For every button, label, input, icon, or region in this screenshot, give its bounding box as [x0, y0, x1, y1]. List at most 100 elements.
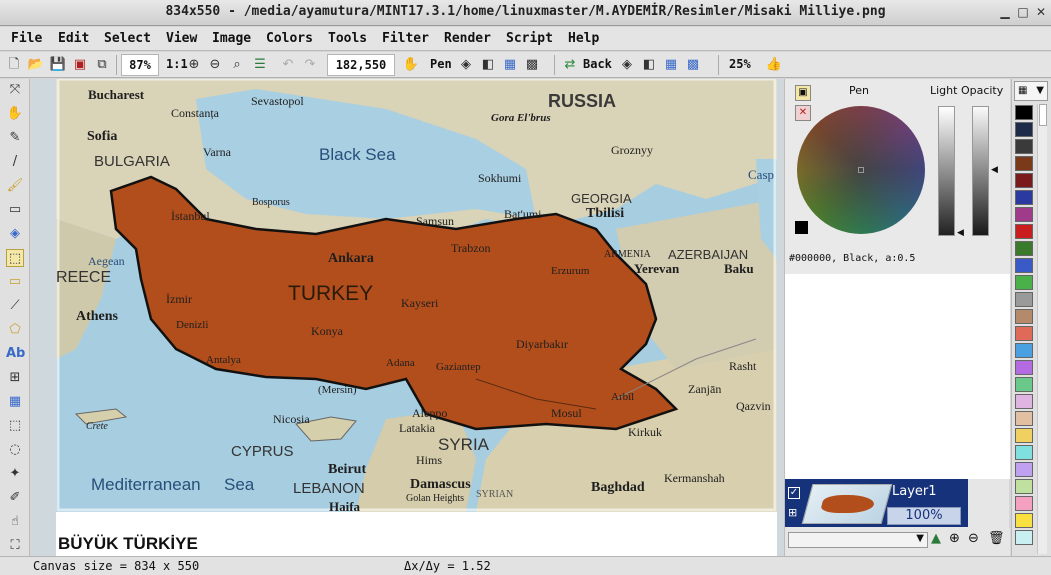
palette-swatch[interactable]: [1015, 343, 1033, 358]
color-mode-alt-icon[interactable]: ✕: [795, 105, 811, 121]
hand-icon[interactable]: ✋: [402, 56, 420, 74]
menu-tools[interactable]: Tools: [328, 31, 367, 46]
palette-swatch[interactable]: [1015, 462, 1033, 477]
pen-pattern-icon[interactable]: ▩: [523, 56, 541, 74]
polyline-tool-icon[interactable]: ⟋: [6, 297, 24, 315]
canvas-area[interactable]: Bucharest Constanța Sevastopol RUSSIA Go…: [31, 79, 783, 556]
close-icon[interactable]: ✕: [1034, 5, 1048, 19]
palette-swatch[interactable]: [1015, 377, 1033, 392]
pen-fill-icon[interactable]: ◈: [457, 56, 475, 74]
new-file-icon[interactable]: 🗋: [5, 56, 23, 74]
palette-swatch[interactable]: [1015, 530, 1033, 545]
palette-swatch[interactable]: [1015, 224, 1033, 239]
menu-image[interactable]: Image: [212, 31, 251, 46]
undo-icon[interactable]: ↶: [279, 56, 297, 74]
layer-visible-checkbox[interactable]: ✓: [788, 487, 800, 499]
palette-selector[interactable]: ▦ ▼: [1014, 81, 1048, 101]
open-folder-icon[interactable]: 📂: [27, 56, 45, 74]
palette-swatch[interactable]: [1015, 428, 1033, 443]
palette-swatch[interactable]: [1015, 445, 1033, 460]
layer-delete-icon[interactable]: 🗑: [988, 531, 1005, 546]
layer-blend-icon[interactable]: ⊞: [788, 507, 800, 519]
back-pattern-icon[interactable]: ▩: [684, 56, 702, 74]
layer-up-icon[interactable]: ▲: [931, 531, 941, 546]
palette-scrollbar[interactable]: [1037, 104, 1047, 554]
opacity-value[interactable]: 25%: [729, 57, 751, 71]
ellipse-select-icon[interactable]: ◌: [6, 441, 24, 459]
select-pen-tool-icon[interactable]: ⬚: [6, 249, 24, 267]
text-tool-icon[interactable]: Ab: [6, 345, 25, 363]
menu-view[interactable]: View: [166, 31, 197, 46]
palette-swatch[interactable]: [1015, 241, 1033, 256]
thumbs-up-icon[interactable]: 👍: [765, 56, 783, 74]
copy-icon[interactable]: ⧉: [93, 56, 111, 74]
blend-mode-select[interactable]: ▼: [788, 532, 928, 548]
layers-icon[interactable]: ☰: [251, 56, 269, 74]
zoom-in-icon[interactable]: ⊕: [185, 56, 203, 74]
deselect-icon[interactable]: ⛶: [6, 537, 24, 555]
save-as-icon[interactable]: ▣: [71, 56, 89, 74]
palette-swatch[interactable]: [1015, 292, 1033, 307]
rect-select-icon[interactable]: ⬚: [6, 417, 24, 435]
palette-swatch[interactable]: [1015, 513, 1033, 528]
color-mode-icon[interactable]: ▣: [795, 85, 811, 101]
back-texture-icon[interactable]: ▦: [662, 56, 680, 74]
fill-tool-icon[interactable]: ◈: [6, 225, 24, 243]
rectangle-tool-icon[interactable]: ▭: [6, 273, 24, 291]
palette-swatch[interactable]: [1015, 394, 1033, 409]
texture-tool-icon[interactable]: ▦: [6, 393, 24, 411]
menu-script[interactable]: Script: [506, 31, 553, 46]
layer-name[interactable]: Layer1: [892, 484, 937, 499]
palette-swatch[interactable]: [1015, 207, 1033, 222]
palette-swatch[interactable]: [1015, 122, 1033, 137]
opacity-slider[interactable]: [972, 106, 989, 236]
palette-swatch[interactable]: [1015, 479, 1033, 494]
pen-gradient-icon[interactable]: ◧: [479, 56, 497, 74]
zoom-out-icon[interactable]: ⊖: [206, 56, 224, 74]
color-picker-icon[interactable]: ✎: [6, 129, 24, 147]
palette-swatch[interactable]: [1015, 275, 1033, 290]
palette-swatch[interactable]: [1015, 105, 1033, 120]
save-icon[interactable]: 💾: [49, 56, 67, 74]
palette-swatch[interactable]: [1015, 326, 1033, 341]
zoom-field[interactable]: 87%: [121, 54, 159, 76]
palette-swatch[interactable]: [1015, 496, 1033, 511]
layer-zoom-out-icon[interactable]: ⊖: [968, 531, 979, 546]
pen-tool-icon[interactable]: /: [6, 153, 24, 171]
current-color-swatch[interactable]: [795, 221, 808, 234]
palette-swatch[interactable]: [1015, 258, 1033, 273]
palette-swatch[interactable]: [1015, 173, 1033, 188]
minimize-icon[interactable]: ▁: [998, 5, 1012, 19]
menu-file[interactable]: File: [11, 31, 42, 46]
palette-swatch[interactable]: [1015, 309, 1033, 324]
layer-row[interactable]: ✓ ⊞ Layer1 100%: [785, 479, 968, 527]
maximize-icon[interactable]: □: [1016, 5, 1030, 19]
layer-opacity[interactable]: 100%: [887, 507, 961, 525]
layer-thumbnail[interactable]: [801, 484, 893, 524]
pen-texture-icon[interactable]: ▦: [501, 56, 519, 74]
back-gradient-icon[interactable]: ◧: [640, 56, 658, 74]
brush-tool-icon[interactable]: 🖌: [6, 177, 24, 195]
palette-swatch[interactable]: [1015, 411, 1033, 426]
palette-swatch[interactable]: [1015, 360, 1033, 375]
palette-scroll-thumb[interactable]: [1039, 104, 1047, 126]
palette-swatch[interactable]: [1015, 156, 1033, 171]
zoom-fit-icon[interactable]: ⌕: [228, 56, 246, 74]
menu-help[interactable]: Help: [568, 31, 599, 46]
layer-zoom-in-icon[interactable]: ⊕: [949, 531, 960, 546]
swap-colors-icon[interactable]: ⇄: [561, 56, 579, 74]
move-selection-icon[interactable]: ⤧: [6, 81, 24, 99]
menu-colors[interactable]: Colors: [266, 31, 313, 46]
menu-filter[interactable]: Filter: [382, 31, 429, 46]
palette-swatch[interactable]: [1015, 139, 1033, 154]
select-pencil-icon[interactable]: ✐: [6, 489, 24, 507]
redo-icon[interactable]: ↷: [301, 56, 319, 74]
menu-select[interactable]: Select: [104, 31, 151, 46]
back-fill-icon[interactable]: ◈: [618, 56, 636, 74]
polygon-tool-icon[interactable]: ⬠: [6, 321, 24, 339]
eraser-tool-icon[interactable]: ▭: [6, 201, 24, 219]
menu-render[interactable]: Render: [444, 31, 491, 46]
select-hand-icon[interactable]: ☝: [6, 513, 24, 531]
lightness-slider[interactable]: [938, 106, 955, 236]
magic-wand-icon[interactable]: ✦: [6, 465, 24, 483]
